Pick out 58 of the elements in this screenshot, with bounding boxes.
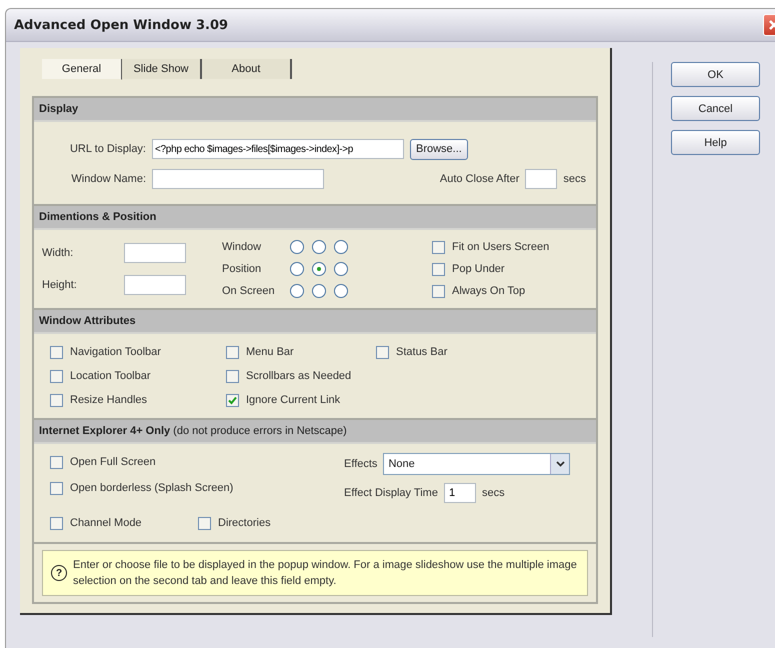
checkbox[interactable]: Status Bar — [376, 346, 448, 358]
radio-button[interactable] — [334, 284, 348, 298]
tab[interactable]: About — [202, 59, 292, 79]
radio-button[interactable] — [290, 284, 304, 298]
tab[interactable]: Slide Show — [122, 59, 202, 79]
checkbox[interactable]: Open Full Screen — [50, 456, 156, 468]
browse-button[interactable]: Browse... — [410, 138, 468, 160]
url-field[interactable]: <?php echo $images->files[$images->index]->p — [152, 139, 404, 159]
height-field[interactable] — [124, 275, 186, 295]
field-label: Window Name: — [70, 173, 146, 185]
checkbox[interactable]: Ignore Current Link — [226, 394, 340, 406]
window-name-field[interactable] — [152, 169, 324, 189]
checkbox[interactable]: Navigation Toolbar — [50, 346, 161, 358]
checkmark-icon — [228, 396, 237, 404]
checkbox[interactable]: Fit on Users Screen — [432, 240, 550, 254]
radio-button[interactable] — [290, 262, 304, 276]
radio-button[interactable] — [334, 262, 348, 276]
field-label: Height: — [42, 279, 78, 291]
field-label: Auto Close After — [440, 173, 520, 185]
field-label: On Screen — [222, 285, 276, 297]
note-text: Enter or choose file to be displayed in the popup window. For a image slideshow use the multiple image selection on the second tab and leave this field empty. — [73, 558, 578, 589]
checkbox[interactable]: Always On Top — [432, 284, 526, 298]
field-label: Effect Display Time — [344, 487, 438, 499]
checkbox[interactable]: Pop Under — [432, 262, 505, 276]
checkbox[interactable]: Open borderless (Splash Screen) — [50, 482, 234, 494]
checkbox[interactable]: Location Toolbar — [50, 370, 151, 382]
unit-label: secs — [482, 487, 505, 499]
radio-button[interactable] — [312, 240, 326, 254]
display-time-field[interactable]: 1 — [444, 483, 476, 503]
section-header: Window Attributes — [34, 310, 596, 334]
section-header: Display — [34, 98, 596, 122]
section-header: Dimentions & Position — [34, 206, 596, 230]
field-label: Position — [222, 263, 262, 275]
dialog-button[interactable]: Help — [671, 130, 760, 155]
radio-button[interactable] — [334, 240, 348, 254]
checkbox[interactable]: Resize Handles — [50, 394, 148, 406]
caret-icon — [556, 461, 565, 467]
tab[interactable]: General — [42, 58, 122, 80]
unit-label: secs — [563, 173, 586, 185]
field-label: Window — [222, 241, 262, 253]
help-icon: ? — [51, 565, 67, 581]
dialog-button[interactable]: Cancel — [671, 96, 760, 121]
dialog-button[interactable]: OK — [671, 62, 760, 87]
auto-close-field[interactable] — [525, 169, 558, 189]
radio-button[interactable] — [290, 240, 304, 254]
checkbox[interactable]: Menu Bar — [226, 346, 294, 358]
field-label: URL to Display: — [68, 143, 146, 155]
checkbox[interactable]: Directories — [198, 516, 378, 530]
radio-button[interactable] — [312, 262, 326, 276]
checkbox[interactable]: Channel Mode — [50, 516, 192, 530]
field-label: Width: — [42, 247, 74, 259]
window-title: Advanced Open Window 3.09 — [14, 18, 228, 32]
radio-button[interactable] — [312, 284, 326, 298]
width-field[interactable] — [124, 243, 186, 263]
checkbox[interactable]: Scrollbars as Needed — [226, 370, 352, 382]
section-header: Internet Explorer 4+ Only (do not produce errors in Netscape) — [34, 420, 596, 444]
effects-dropdown[interactable]: None — [383, 453, 570, 475]
field-label: Effects — [344, 458, 378, 470]
